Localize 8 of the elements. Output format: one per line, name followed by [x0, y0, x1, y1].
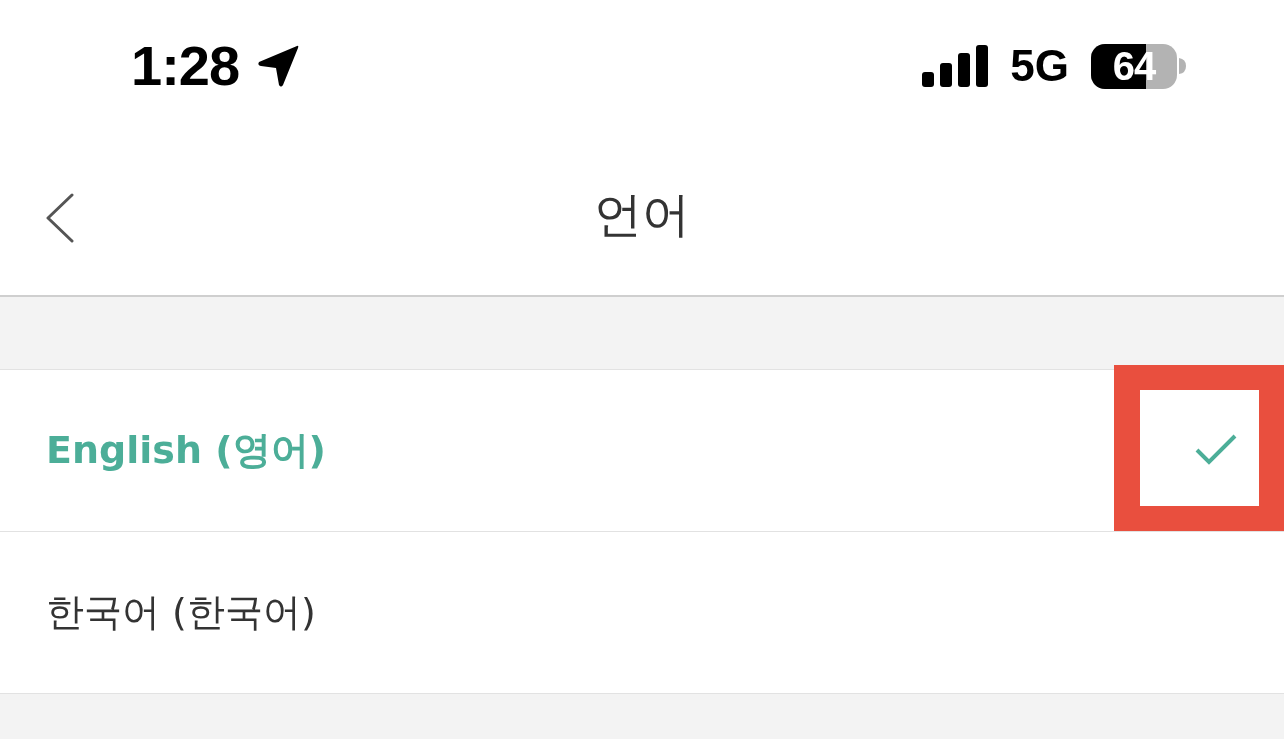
page-title: 언어	[594, 189, 690, 238]
checkmark-icon	[1195, 433, 1237, 466]
network-type: 5G	[1010, 44, 1069, 88]
back-chevron-icon	[45, 193, 75, 243]
location-arrow-icon	[257, 44, 301, 88]
signal-bars-icon	[922, 45, 989, 87]
language-option[interactable]: 한국어 (한국어)	[46, 589, 316, 636]
status-time: 1:28	[131, 38, 240, 94]
